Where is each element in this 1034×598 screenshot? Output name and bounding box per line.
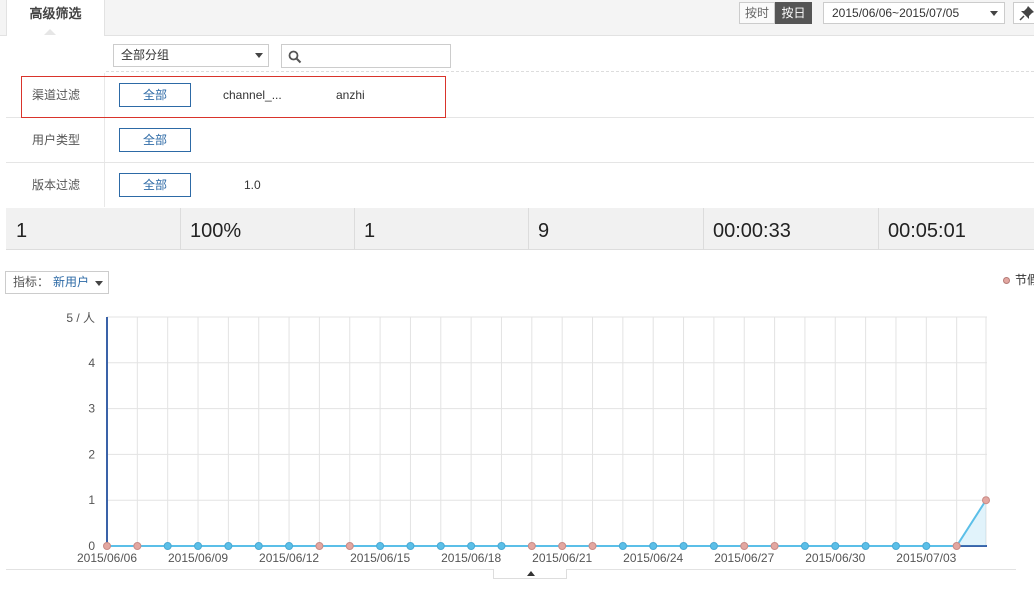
holiday-point xyxy=(588,542,597,550)
date-range-value: 2015/06/06~2015/07/05 xyxy=(832,6,960,20)
metric-value: 9 xyxy=(538,220,550,242)
series-area xyxy=(107,500,986,546)
metric-value: 00:00:33 xyxy=(713,220,791,242)
data-point xyxy=(497,542,506,550)
y-tick-label: 2 xyxy=(88,447,95,461)
group-row: 全部分组 xyxy=(106,36,1034,72)
group-select-value: 全部分组 xyxy=(121,48,170,62)
indicator-select[interactable]: 指标： 新用户 xyxy=(5,271,109,294)
by-hour-button[interactable]: 按时 xyxy=(739,2,775,24)
chevron-up-icon xyxy=(527,571,535,576)
data-point xyxy=(376,542,385,550)
chevron-down-icon xyxy=(255,53,263,58)
data-point xyxy=(618,542,627,550)
y-tick-label: 1 xyxy=(88,493,95,507)
holiday-point xyxy=(133,542,142,550)
holiday-dot-icon xyxy=(1003,277,1010,284)
holiday-point xyxy=(558,542,567,550)
top-bar: 高级筛选 按时 按日 2015/06/06~2015/07/05 xyxy=(0,0,1034,36)
pin-icon xyxy=(1019,6,1034,21)
series-line xyxy=(107,499,987,547)
version-filter-row: 版本过滤 全部 1.0 xyxy=(6,163,1034,208)
divider xyxy=(528,208,529,250)
date-range-picker[interactable]: 2015/06/06~2015/07/05 xyxy=(823,2,1005,24)
data-point xyxy=(891,542,900,550)
data-point xyxy=(922,542,931,550)
version-option[interactable]: 1.0 xyxy=(244,173,261,197)
divider xyxy=(703,208,704,250)
metric-card: 1 xyxy=(6,208,180,250)
tab-caret xyxy=(44,29,56,35)
metric-card: 1 xyxy=(354,208,528,250)
x-tick-label: 2015/07/03 xyxy=(896,551,956,565)
metric-card: 00:00:33 xyxy=(703,208,877,250)
user-type-label: 用户类型 xyxy=(6,118,105,162)
x-tick-label: 2015/06/12 xyxy=(259,551,319,565)
data-point xyxy=(831,542,840,550)
metrics-strip: 1 100% 1 9 00:00:33 00:05:01 xyxy=(6,208,1034,250)
user-type-all-chip[interactable]: 全部 xyxy=(119,128,191,152)
data-point xyxy=(436,542,445,550)
divider xyxy=(878,208,879,250)
data-point xyxy=(709,542,718,550)
data-point xyxy=(406,542,415,550)
chevron-down-icon xyxy=(990,11,998,16)
pin-button[interactable] xyxy=(1013,2,1034,24)
x-tick-label: 2015/06/18 xyxy=(441,551,501,565)
search-input[interactable] xyxy=(281,44,451,68)
group-select[interactable]: 全部分组 xyxy=(113,44,269,67)
collapse-button[interactable] xyxy=(493,569,567,579)
version-all-chip[interactable]: 全部 xyxy=(119,173,191,197)
data-point xyxy=(467,542,476,550)
holiday-point xyxy=(740,542,749,550)
legend-label: 节假日 xyxy=(1015,273,1034,287)
data-point xyxy=(800,542,809,550)
by-day-button[interactable]: 按日 xyxy=(775,2,812,24)
x-tick-label: 2015/06/15 xyxy=(350,551,410,565)
y-tick-label: 4 xyxy=(88,356,95,370)
data-point xyxy=(254,542,263,550)
indicator-value: 新用户 xyxy=(53,275,90,289)
user-type-filter-row: 用户类型 全部 xyxy=(6,118,1034,163)
data-point xyxy=(649,542,658,550)
indicator-label: 指标： xyxy=(13,275,50,289)
channel-row-highlight xyxy=(21,76,446,118)
holiday-point xyxy=(103,542,111,550)
holiday-point xyxy=(952,542,961,550)
data-point xyxy=(163,542,172,550)
metric-value: 100% xyxy=(190,220,242,242)
metric-card: 100% xyxy=(180,208,354,250)
x-tick-label: 2015/06/09 xyxy=(168,551,228,565)
holiday-point xyxy=(982,496,990,505)
x-tick-label: 2015/06/06 xyxy=(77,551,137,565)
metric-card: 9 xyxy=(528,208,702,250)
holiday-point xyxy=(315,542,324,550)
holiday-point xyxy=(345,542,354,550)
search-icon xyxy=(288,50,302,64)
metric-value: 00:05:01 xyxy=(888,220,966,242)
metric-value: 1 xyxy=(364,220,376,242)
divider xyxy=(180,208,181,250)
x-tick-label: 2015/06/21 xyxy=(532,551,592,565)
x-tick-label: 2015/06/24 xyxy=(623,551,683,565)
y-tick-label: 3 xyxy=(88,402,95,416)
data-point xyxy=(861,542,870,550)
y-axis-label: 5 / 人 xyxy=(66,311,95,325)
version-filter-label: 版本过滤 xyxy=(6,163,105,207)
metric-card: 00:05:01 xyxy=(878,208,1034,250)
line-chart: 012345 / 人2015/06/06 2015/06/09 2015/06/12… xyxy=(66,311,990,565)
holiday-point xyxy=(527,542,536,550)
metric-value: 1 xyxy=(16,220,28,242)
x-tick-label: 2015/06/27 xyxy=(714,551,774,565)
chart-legend: 节假日 xyxy=(1003,271,1034,288)
data-point xyxy=(194,542,203,550)
data-point xyxy=(285,542,294,550)
filter-panel: 全部分组 渠道过滤 全部 channel_... anzhi 用户类型 全部 版… xyxy=(6,36,1034,208)
x-tick-label: 2015/06/30 xyxy=(805,551,865,565)
divider xyxy=(354,208,355,250)
data-point xyxy=(679,542,688,550)
data-point xyxy=(224,542,233,550)
chevron-down-icon xyxy=(95,281,103,286)
holiday-point xyxy=(770,542,779,550)
